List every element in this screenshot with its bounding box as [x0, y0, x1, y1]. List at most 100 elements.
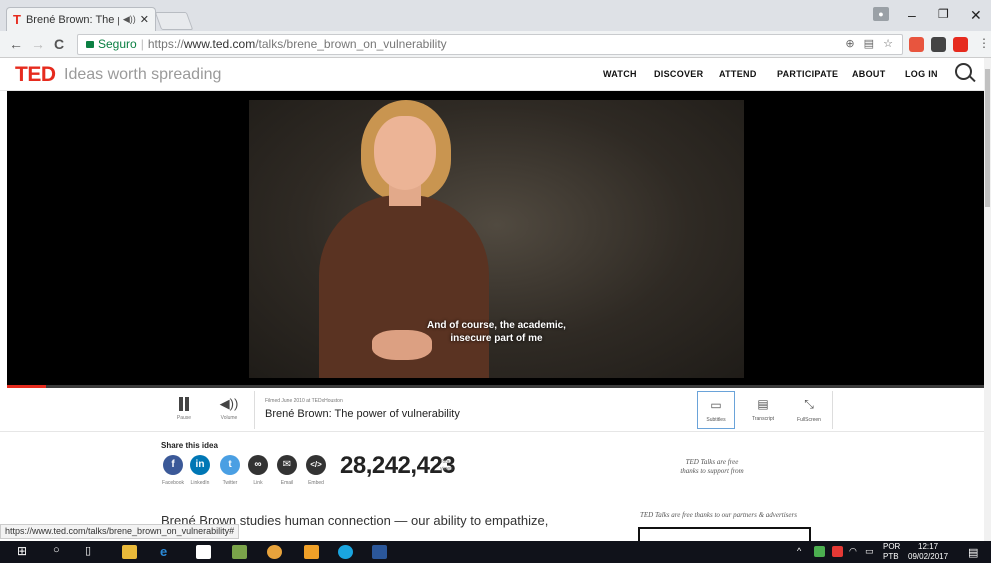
caption-line-2: insecure part of me	[450, 333, 543, 344]
volume-tray-icon[interactable]: ▭	[865, 546, 874, 557]
transcript-button[interactable]: ▤ Transcript	[744, 391, 782, 429]
email-share-icon[interactable]: ✉	[277, 455, 297, 475]
twitter-share-icon[interactable]: t	[220, 455, 240, 475]
tray-icon-green[interactable]	[814, 546, 825, 557]
link-label: Link	[253, 480, 263, 486]
nav-participate[interactable]: PARTICIPATE	[777, 69, 838, 79]
subtitles-icon: ▭	[710, 398, 722, 412]
ted-favicon-icon: T	[13, 12, 21, 27]
twitter-label: Twitter	[222, 480, 238, 486]
task-view-icon[interactable]: ▯	[85, 544, 91, 557]
link-share-icon[interactable]: ∞	[248, 455, 268, 475]
chrome-menu-icon[interactable]: ⋮	[978, 36, 990, 50]
secure-label: Seguro	[98, 37, 137, 51]
volume-button[interactable]: ◀)) Volume	[216, 396, 242, 421]
clock-date: 09/02/2017	[908, 552, 949, 561]
url-prefix: https://	[147, 37, 184, 51]
search-icon[interactable]	[955, 63, 972, 80]
subtitles-button[interactable]: ▭ Subtitles	[697, 391, 735, 429]
share-label: Share this idea	[161, 441, 218, 450]
address-bar[interactable]: Seguro | https://www.ted.com/talks/brene_b…	[77, 34, 903, 55]
skype-icon[interactable]	[338, 545, 353, 559]
back-arrow-icon[interactable]: ←	[9, 36, 23, 52]
embed-share-icon[interactable]: </>	[306, 455, 326, 475]
wifi-icon[interactable]: ◠	[849, 546, 857, 557]
video-frame[interactable]: And of course, the academic, insecure pa…	[249, 100, 744, 378]
pause-icon	[177, 397, 191, 411]
view-count: 28,242,423	[340, 452, 456, 479]
extension-icon-1[interactable]	[909, 37, 924, 52]
facebook-label: Facebook	[162, 480, 184, 486]
views-label: Total views	[440, 459, 453, 473]
caption-line-1: And of course, the academic,	[427, 320, 566, 331]
transcript-icon: ▤	[757, 397, 769, 411]
edge-browser-icon[interactable]: e	[160, 544, 167, 559]
screen: T Brené Brown: The pov ◀)) ✕ ● – ❐ ✕ ← →…	[0, 0, 991, 563]
ted-logo[interactable]: TED	[15, 63, 56, 87]
audio-playing-icon: ◀))	[122, 14, 136, 24]
ted-header: TED Ideas worth spreading WATCH DISCOVER…	[0, 58, 984, 91]
fullscreen-icon: ⤡	[804, 397, 814, 411]
windows-taskbar: ⊞ ○ ▯ e ^ ◠ ▭ POR PTB 12:17 09/02/2017 ▤	[0, 541, 991, 563]
player-controls: Pause ◀)) Volume Filmed June 2010 at TED…	[0, 388, 984, 432]
facebook-share-icon[interactable]: f	[163, 455, 183, 475]
action-center-icon[interactable]: ▤	[968, 546, 978, 559]
linkedin-share-icon[interactable]: in	[190, 455, 210, 475]
tray-icon-red[interactable]	[832, 546, 843, 557]
url-host: www.ted.com	[183, 37, 256, 51]
browser-tab[interactable]: T Brené Brown: The pov ◀)) ✕	[6, 7, 156, 31]
tab-title: Brené Brown: The pov	[25, 13, 119, 26]
cortana-search-icon[interactable]: ○	[53, 544, 60, 556]
subtitles-label: Subtitles	[706, 417, 726, 423]
reload-icon[interactable]: C	[54, 36, 64, 52]
language-code: POR	[883, 542, 901, 551]
maximize-button[interactable]: ❐	[938, 7, 949, 21]
browser-tabstrip: T Brené Brown: The pov ◀)) ✕ ● – ❐ ✕	[0, 0, 991, 31]
keyboard-layout: PTB	[883, 552, 899, 561]
nav-login[interactable]: LOG IN	[905, 69, 938, 79]
sponsor-note: TED Talks are free thanks to support fro…	[652, 458, 772, 476]
minimize-button[interactable]: –	[908, 7, 916, 23]
clock[interactable]: 12:17 09/02/2017	[908, 542, 948, 562]
pause-label: Pause	[176, 415, 192, 421]
forward-arrow-icon[interactable]: →	[31, 36, 45, 52]
volume-icon: ◀))	[219, 396, 239, 411]
ted-tagline: Ideas worth spreading	[64, 66, 222, 83]
extension-icon-3[interactable]	[953, 37, 968, 52]
nav-discover[interactable]: DISCOVER	[654, 69, 703, 79]
new-tab-button[interactable]	[154, 12, 194, 30]
volume-label: Volume	[220, 415, 238, 421]
nav-watch[interactable]: WATCH	[603, 69, 637, 79]
scrollbar-thumb[interactable]	[985, 69, 990, 207]
email-label: Email	[280, 480, 294, 486]
app-icon-orange[interactable]	[304, 545, 319, 559]
language-indicator[interactable]: POR PTB	[883, 542, 900, 562]
transcript-label: Transcript	[751, 416, 775, 422]
sponsor-note-line-1: TED Talks are free	[685, 458, 739, 466]
sponsor-note-line-2: thanks to support from	[680, 467, 744, 475]
app-icon[interactable]	[232, 545, 247, 559]
fullscreen-button[interactable]: ⤡ FullScreen	[790, 391, 828, 429]
url-path: /talks/brene_brown_on_vulnerability	[255, 37, 447, 51]
close-window-button[interactable]: ✕	[970, 7, 982, 24]
talk-title: Brené Brown: The power of vulnerability	[265, 408, 460, 420]
pause-button[interactable]: Pause	[172, 397, 196, 421]
file-explorer-icon[interactable]	[122, 545, 137, 559]
nav-about[interactable]: ABOUT	[852, 69, 886, 79]
word-icon[interactable]	[372, 545, 387, 559]
views-label-total: Total	[440, 459, 451, 465]
nav-attend[interactable]: ATTEND	[719, 69, 757, 79]
lock-icon	[86, 41, 94, 48]
zoom-translate-bookmark-icons[interactable]: ⊕ ▤ ☆	[845, 35, 896, 54]
partners-note: TED Talks are free thanks to our partner…	[640, 511, 797, 519]
windows-start-icon[interactable]: ⊞	[17, 544, 27, 558]
profile-icon[interactable]: ●	[873, 7, 889, 21]
browser-toolbar: ← → C Seguro | https://www.ted.com/talks/b…	[0, 31, 991, 58]
tray-expand-icon[interactable]: ^	[797, 546, 801, 556]
extension-icon-2[interactable]	[931, 37, 946, 52]
status-bar-url: https://www.ted.com/talks/brene_brown_on…	[0, 524, 240, 539]
tab-close-icon[interactable]: ✕	[140, 13, 149, 26]
embed-label: Embed	[308, 480, 324, 486]
chrome-icon[interactable]	[267, 545, 282, 559]
store-icon[interactable]	[196, 545, 211, 559]
